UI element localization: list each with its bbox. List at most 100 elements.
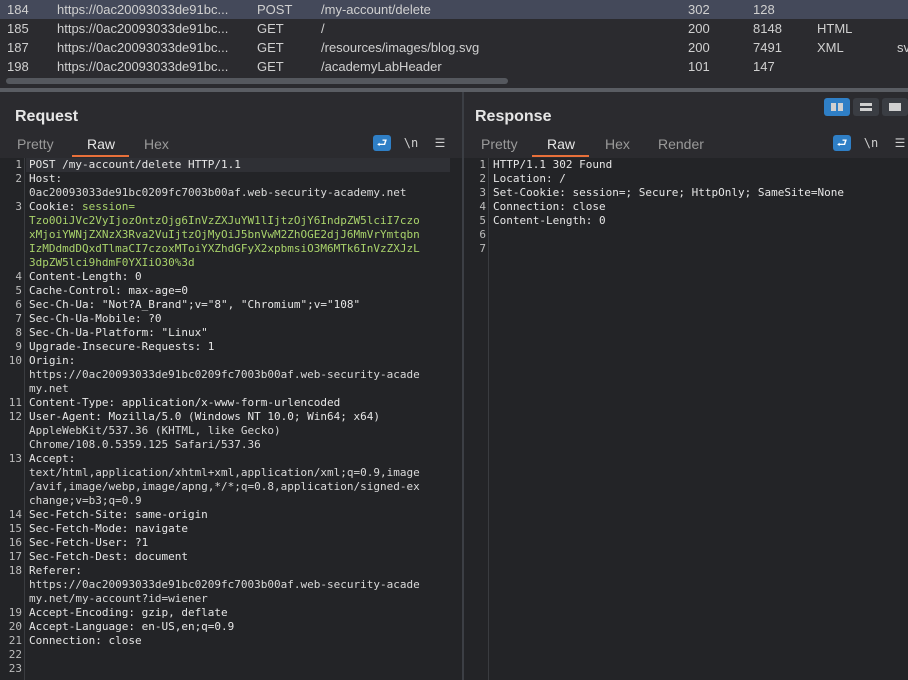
history-cell-length: 147 xyxy=(753,59,775,74)
code-line: 23 xyxy=(0,662,462,676)
history-cell-url: / xyxy=(321,21,325,36)
code-line: 16 Sec-Fetch-User: ?1 xyxy=(0,536,462,550)
split-vertical-icon[interactable] xyxy=(853,98,879,116)
line-text: Accept: xyxy=(29,452,75,466)
code-line: IzMDdmdDQxdTlmaCI7czoxMToiYXZhdGFyX2xpbm… xyxy=(0,242,462,256)
request-tab-hex[interactable]: Hex xyxy=(144,136,169,152)
code-line: 7 Sec-Ch-Ua-Mobile: ?0 xyxy=(0,312,462,326)
line-text: Connection: close xyxy=(29,634,142,648)
code-line: https://0ac20093033de91bc0209fc7003b00af… xyxy=(0,368,462,382)
history-cell-method: POST xyxy=(257,2,293,17)
newline-toggle-button[interactable]: \n xyxy=(862,135,880,151)
line-segment: Host: xyxy=(29,172,63,185)
line-segment: User-Agent: Mozilla/5.0 (Windows NT 10.0… xyxy=(29,410,380,423)
request-active-tab-indicator xyxy=(72,155,129,157)
history-cell-mime: HTML xyxy=(817,21,853,36)
wrap-lines-icon[interactable]: ⮐ xyxy=(373,135,391,151)
line-text: POST /my-account/delete HTTP/1.1 xyxy=(29,158,241,172)
hamburger-menu-icon[interactable]: ☰ xyxy=(891,135,908,151)
line-number: 7 xyxy=(479,242,486,255)
code-line: 0ac20093033de91bc0209fc7003b00af.web-sec… xyxy=(0,186,462,200)
line-number: 3 xyxy=(479,186,486,199)
line-text: Content-Type: application/x-www-form-url… xyxy=(29,396,340,410)
request-tabs: Pretty Raw Hex xyxy=(0,132,462,156)
newline-toggle-button[interactable]: \n xyxy=(402,135,420,151)
line-text: Upgrade-Insecure-Requests: 1 xyxy=(29,340,214,354)
history-cell-url: /academyLabHeader xyxy=(321,59,442,74)
line-text: https://0ac20093033de91bc0209fc7003b00af… xyxy=(29,368,420,382)
line-number: 21 xyxy=(8,634,22,647)
request-tab-pretty[interactable]: Pretty xyxy=(17,136,54,152)
line-text: Cache-Control: max-age=0 xyxy=(29,284,188,298)
history-horizontal-scrollbar[interactable] xyxy=(6,78,508,84)
code-line: my.net/my-account?id=wiener xyxy=(0,592,462,606)
code-line: /avif,image/webp,image/apng,*/*;q=0.8,ap… xyxy=(0,480,462,494)
line-text: my.net/my-account?id=wiener xyxy=(29,592,208,606)
line-text: 0ac20093033de91bc0209fc7003b00af.web-sec… xyxy=(29,186,407,200)
line-text: Origin: xyxy=(29,354,75,368)
response-title: Response xyxy=(475,108,552,125)
code-line: 5 Cache-Control: max-age=0 xyxy=(0,284,462,298)
line-segment: POST /my-account/delete HTTP/1.1 xyxy=(29,158,241,171)
wrap-lines-icon[interactable]: ⮐ xyxy=(833,135,851,151)
code-line: text/html,application/xhtml+xml,applicat… xyxy=(0,466,462,480)
line-segment: AppleWebKit/537.36 (KHTML, like Gecko) xyxy=(29,424,281,437)
history-row[interactable]: 187 https://0ac20093033de91bc... GET/resou… xyxy=(0,38,908,57)
response-pane: Response Pretty Raw Hex Render ⮐ \n ☰ 1H… xyxy=(464,92,908,680)
code-line: Chrome/108.0.5359.125 Safari/537.36 xyxy=(0,438,462,452)
history-cell-status: 101 xyxy=(688,59,710,74)
line-number: 5 xyxy=(15,284,22,297)
response-active-tab-indicator xyxy=(532,155,589,157)
history-cell-status: 302 xyxy=(688,2,710,17)
history-cell-method: GET xyxy=(257,21,284,36)
response-tab-render[interactable]: Render xyxy=(658,136,704,152)
response-editor[interactable]: 1 HTTP/1.1 302 Found 2 Location: / 3 Set-Cook… xyxy=(464,158,908,680)
code-line: https://0ac20093033de91bc0209fc7003b00af… xyxy=(0,578,462,592)
line-number: 1 xyxy=(479,158,486,171)
response-tab-raw[interactable]: Raw xyxy=(547,136,575,152)
code-line: 6 Sec-Ch-Ua: "Not?A_Brand";v="8", "Chromi… xyxy=(0,298,462,312)
code-line: AppleWebKit/537.36 (KHTML, like Gecko) xyxy=(0,424,462,438)
history-cell-num: 198 xyxy=(7,59,29,74)
line-text: Accept-Language: en-US,en;q=0.9 xyxy=(29,620,234,634)
line-number: 15 xyxy=(8,522,22,535)
line-number: 13 xyxy=(8,452,22,465)
line-text: Sec-Fetch-User: ?1 xyxy=(29,536,148,550)
single-pane-icon[interactable] xyxy=(882,98,908,116)
history-row[interactable]: 198 https://0ac20093033de91bc... GET/acade… xyxy=(0,57,908,76)
line-number: 9 xyxy=(15,340,22,353)
code-line: 1 HTTP/1.1 302 Found xyxy=(464,158,908,172)
response-tab-pretty[interactable]: Pretty xyxy=(481,136,518,152)
code-line: xMjoiYWNjZXNzX3Rva2VuIjtzOjMyOiJ5bnVwM2Z… xyxy=(0,228,462,242)
code-line: 9 Upgrade-Insecure-Requests: 1 xyxy=(0,340,462,354)
line-text: Accept-Encoding: gzip, deflate xyxy=(29,606,228,620)
code-line: 4 Connection: close xyxy=(464,200,908,214)
code-line: 1 POST /my-account/delete HTTP/1.1 xyxy=(0,158,462,172)
line-number: 2 xyxy=(479,172,486,185)
history-cell-length: 7491 xyxy=(753,40,782,55)
history-cell-num: 185 xyxy=(7,21,29,36)
line-segment: Origin: xyxy=(29,354,76,367)
line-number: 6 xyxy=(479,228,486,241)
http-history-table: 184 https://0ac20093033de91bc... POST/my-a… xyxy=(0,0,908,88)
line-segment: Content-Length: 0 xyxy=(29,270,142,283)
line-text: Cookie: session= xyxy=(29,200,135,214)
line-text: https://0ac20093033de91bc0209fc7003b00af… xyxy=(29,578,420,592)
line-text: 3dpZW5lci9hdmF0YXIiO30%3d xyxy=(29,256,195,270)
line-segment: /avif,image/webp,image/apng,*/*;q=0.8,ap… xyxy=(29,480,420,493)
history-row[interactable]: 184 https://0ac20093033de91bc... POST/my-a… xyxy=(0,0,908,19)
line-segment: Cache-Control: max-age=0 xyxy=(29,284,188,297)
code-line: 21 Connection: close xyxy=(0,634,462,648)
line-text: Content-Length: 0 xyxy=(29,270,142,284)
line-segment: Connection: close xyxy=(29,634,142,647)
response-tab-hex[interactable]: Hex xyxy=(605,136,630,152)
line-segment: Content-Type: application/x-www-form-url… xyxy=(29,396,341,409)
request-title: Request xyxy=(15,108,79,125)
request-tab-raw[interactable]: Raw xyxy=(87,136,115,152)
split-horizontal-icon[interactable] xyxy=(824,98,850,116)
hamburger-menu-icon[interactable]: ☰ xyxy=(431,135,449,151)
code-line: my.net xyxy=(0,382,462,396)
request-editor[interactable]: 1 POST /my-account/delete HTTP/1.1 2 Host: 0… xyxy=(0,158,462,680)
line-segment: Sec-Fetch-Site: same-origin xyxy=(29,508,208,521)
history-row[interactable]: 185 https://0ac20093033de91bc... GET / 200 81… xyxy=(0,19,908,38)
